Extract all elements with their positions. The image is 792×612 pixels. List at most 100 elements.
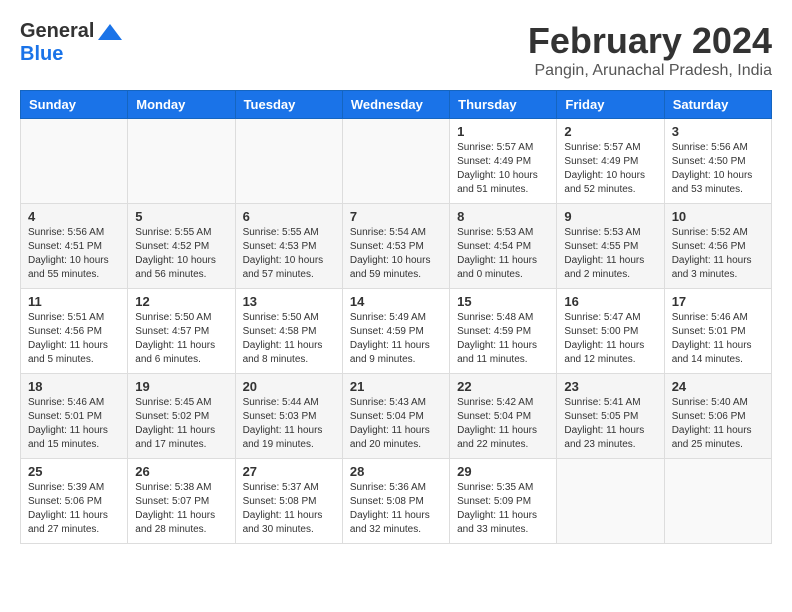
day-number: 25 [28,464,120,479]
calendar-cell: 12 Sunrise: 5:50 AMSunset: 4:57 PMDayligh… [128,289,235,374]
weekday-header: Sunday [21,91,128,119]
weekday-header-row: SundayMondayTuesdayWednesdayThursdayFrid… [21,91,772,119]
day-number: 9 [564,209,656,224]
calendar-cell: 28Sunrise: 5:36 AMSunset: 5:08 PMDayligh… [342,459,449,544]
day-number: 13 [243,294,335,309]
calendar-cell: 15 Sunrise: 5:48 AMSunset: 4:59 PMDayligh… [450,289,557,374]
day-number: 8 [457,209,549,224]
day-number: 26 [135,464,227,479]
calendar-week-row: 11 Sunrise: 5:51 AMSunset: 4:56 PMDayligh… [21,289,772,374]
calendar-cell [235,119,342,204]
day-info: Sunrise: 5:50 AMSunset: 4:57 PMDaylight:… [135,311,227,367]
calendar-cell [128,119,235,204]
calendar-cell: 6 Sunrise: 5:55 AMSunset: 4:53 PMDaylight… [235,204,342,289]
logo-blue: Blue [20,43,63,65]
day-number: 21 [350,379,442,394]
day-info: Sunrise: 5:50 AMSunset: 4:58 PMDaylight:… [243,311,335,367]
calendar-cell: 27 Sunrise: 5:37 AMSunset: 5:08 PMDayligh… [235,459,342,544]
day-info: Sunrise: 5:36 AMSunset: 5:08 PMDaylight:… [350,481,442,537]
calendar-cell: 8 Sunrise: 5:53 AMSunset: 4:54 PMDaylight… [450,204,557,289]
calendar-cell: 17 Sunrise: 5:46 AMSunset: 5:01 PMDayligh… [664,289,771,374]
calendar-cell: 22Sunrise: 5:42 AMSunset: 5:04 PMDayligh… [450,374,557,459]
page-header: General Blue February 2024 Pangin, Aruna… [20,20,772,80]
day-info: Sunrise: 5:43 AMSunset: 5:04 PMDaylight:… [350,396,442,452]
weekday-header: Tuesday [235,91,342,119]
location: Pangin, Arunachal Pradesh, India [528,62,772,80]
day-number: 23 [564,379,656,394]
logo: General Blue [20,20,126,66]
day-number: 15 [457,294,549,309]
day-number: 14 [350,294,442,309]
calendar-cell: 29Sunrise: 5:35 AMSunset: 5:09 PMDayligh… [450,459,557,544]
calendar-cell: 1 Sunrise: 5:57 AMSunset: 4:49 PMDaylight… [450,119,557,204]
day-number: 24 [672,379,764,394]
day-number: 3 [672,124,764,139]
calendar-cell: 10 Sunrise: 5:52 AMSunset: 4:56 PMDayligh… [664,204,771,289]
day-number: 22 [457,379,549,394]
day-info: Sunrise: 5:39 AMSunset: 5:06 PMDaylight:… [28,481,120,537]
calendar-cell [21,119,128,204]
day-info: Sunrise: 5:35 AMSunset: 5:09 PMDaylight:… [457,481,549,537]
calendar-week-row: 4 Sunrise: 5:56 AMSunset: 4:51 PMDaylight… [21,204,772,289]
day-number: 11 [28,294,120,309]
weekday-header: Wednesday [342,91,449,119]
day-number: 27 [243,464,335,479]
day-number: 1 [457,124,549,139]
day-info: Sunrise: 5:55 AMSunset: 4:52 PMDaylight:… [135,226,227,282]
weekday-header: Monday [128,91,235,119]
calendar-cell: 4 Sunrise: 5:56 AMSunset: 4:51 PMDaylight… [21,204,128,289]
day-info: Sunrise: 5:45 AMSunset: 5:02 PMDaylight:… [135,396,227,452]
calendar-cell: 2Sunrise: 5:57 AMSunset: 4:49 PMDaylight… [557,119,664,204]
calendar-cell: 25 Sunrise: 5:39 AMSunset: 5:06 PMDayligh… [21,459,128,544]
calendar-cell: 5 Sunrise: 5:55 AMSunset: 4:52 PMDaylight… [128,204,235,289]
day-info: Sunrise: 5:46 AMSunset: 5:01 PMDaylight:… [28,396,120,452]
day-info: Sunrise: 5:57 AMSunset: 4:49 PMDaylight:… [564,141,656,197]
day-info: Sunrise: 5:40 AMSunset: 5:06 PMDaylight:… [672,396,764,452]
calendar-cell: 20Sunrise: 5:44 AMSunset: 5:03 PMDayligh… [235,374,342,459]
day-info: Sunrise: 5:46 AMSunset: 5:01 PMDaylight:… [672,311,764,367]
calendar-cell: 13 Sunrise: 5:50 AMSunset: 4:58 PMDayligh… [235,289,342,374]
day-info: Sunrise: 5:51 AMSunset: 4:56 PMDaylight:… [28,311,120,367]
weekday-header: Friday [557,91,664,119]
day-info: Sunrise: 5:53 AMSunset: 4:54 PMDaylight:… [457,226,549,282]
day-number: 4 [28,209,120,224]
day-number: 17 [672,294,764,309]
day-info: Sunrise: 5:54 AMSunset: 4:53 PMDaylight:… [350,226,442,282]
day-number: 5 [135,209,227,224]
calendar-week-row: 25 Sunrise: 5:39 AMSunset: 5:06 PMDayligh… [21,459,772,544]
day-number: 7 [350,209,442,224]
day-number: 16 [564,294,656,309]
day-info: Sunrise: 5:52 AMSunset: 4:56 PMDaylight:… [672,226,764,282]
weekday-header: Thursday [450,91,557,119]
day-info: Sunrise: 5:49 AMSunset: 4:59 PMDaylight:… [350,311,442,367]
day-number: 6 [243,209,335,224]
calendar-cell: 24 Sunrise: 5:40 AMSunset: 5:06 PMDayligh… [664,374,771,459]
calendar-cell: 7 Sunrise: 5:54 AMSunset: 4:53 PMDaylight… [342,204,449,289]
day-number: 10 [672,209,764,224]
calendar-cell [557,459,664,544]
calendar-cell: 23 Sunrise: 5:41 AMSunset: 5:05 PMDayligh… [557,374,664,459]
day-number: 18 [28,379,120,394]
calendar-cell: 11 Sunrise: 5:51 AMSunset: 4:56 PMDayligh… [21,289,128,374]
day-info: Sunrise: 5:44 AMSunset: 5:03 PMDaylight:… [243,396,335,452]
day-number: 12 [135,294,227,309]
calendar-cell [664,459,771,544]
calendar-cell [342,119,449,204]
calendar-cell: 26Sunrise: 5:38 AMSunset: 5:07 PMDayligh… [128,459,235,544]
calendar-cell: 16 Sunrise: 5:47 AMSunset: 5:00 PMDayligh… [557,289,664,374]
day-info: Sunrise: 5:53 AMSunset: 4:55 PMDaylight:… [564,226,656,282]
day-info: Sunrise: 5:47 AMSunset: 5:00 PMDaylight:… [564,311,656,367]
day-info: Sunrise: 5:56 AMSunset: 4:51 PMDaylight:… [28,226,120,282]
day-number: 19 [135,379,227,394]
day-info: Sunrise: 5:57 AMSunset: 4:49 PMDaylight:… [457,141,549,197]
calendar-cell: 3 Sunrise: 5:56 AMSunset: 4:50 PMDaylight… [664,119,771,204]
day-info: Sunrise: 5:55 AMSunset: 4:53 PMDaylight:… [243,226,335,282]
logo-icon [96,22,124,42]
day-info: Sunrise: 5:56 AMSunset: 4:50 PMDaylight:… [672,141,764,197]
day-info: Sunrise: 5:37 AMSunset: 5:08 PMDaylight:… [243,481,335,537]
day-info: Sunrise: 5:41 AMSunset: 5:05 PMDaylight:… [564,396,656,452]
day-info: Sunrise: 5:48 AMSunset: 4:59 PMDaylight:… [457,311,549,367]
weekday-header: Saturday [664,91,771,119]
calendar-cell: 19 Sunrise: 5:45 AMSunset: 5:02 PMDayligh… [128,374,235,459]
calendar-cell: 9 Sunrise: 5:53 AMSunset: 4:55 PMDaylight… [557,204,664,289]
